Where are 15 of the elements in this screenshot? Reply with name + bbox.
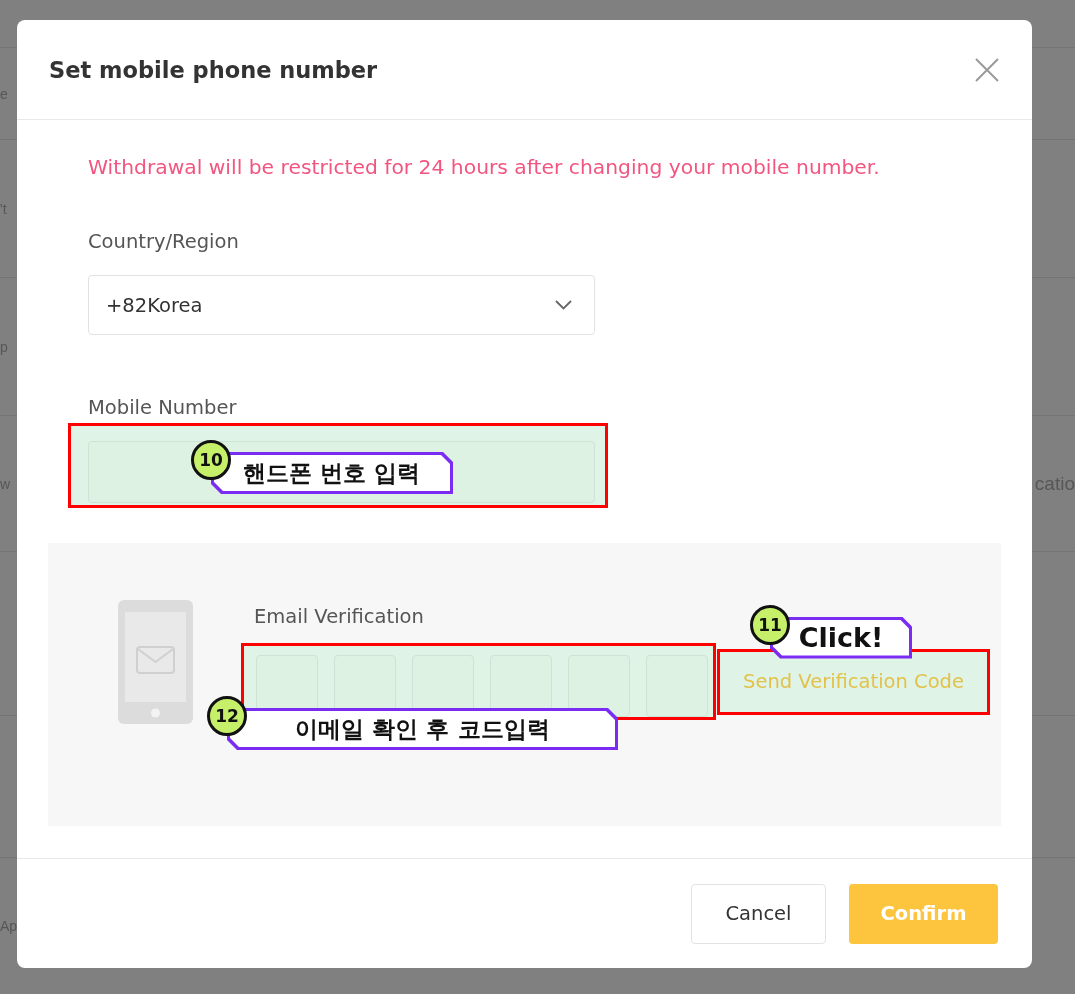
close-button[interactable] [975, 57, 999, 82]
field-label: Mobile Number [88, 396, 237, 420]
field-label: Country/Region [88, 230, 239, 254]
step-number: 12 [207, 696, 247, 736]
step-number: 11 [750, 604, 790, 645]
country-select[interactable]: +82Korea [88, 275, 595, 335]
warning-text: Withdrawal will be restricted for 24 hours after changing your mobile number. [88, 155, 880, 179]
close-icon [975, 57, 999, 82]
cancel-button[interactable]: Cancel [691, 883, 826, 944]
code-digit-field[interactable] [568, 655, 630, 717]
phone-envelope-icon [118, 600, 193, 724]
code-digit-field[interactable] [646, 655, 708, 717]
chevron-down-icon [555, 300, 572, 310]
field-label: Email Verification [254, 605, 424, 629]
dialog-title: Set mobile phone number [49, 56, 378, 83]
